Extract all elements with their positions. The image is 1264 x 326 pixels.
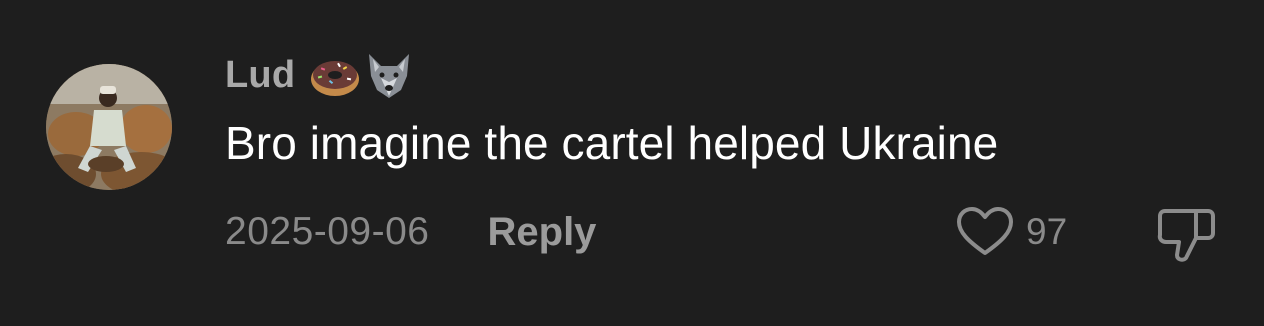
heart-outline-icon: [957, 207, 1013, 255]
thumbs-down-outline-icon: [1157, 209, 1215, 262]
username-row: Lud: [225, 50, 415, 100]
user-badges: [309, 50, 415, 100]
like-button[interactable]: 97: [956, 206, 1067, 258]
comment-text: Bro imagine the cartel helped Ukraine: [225, 117, 999, 169]
comment-item: Lud Bro imagine the cartel helped Ukrain…: [0, 0, 1264, 326]
timestamp: 2025-09-06: [225, 210, 430, 253]
wolf-icon: [369, 54, 410, 98]
comment-meta: 2025-09-06 Reply: [225, 206, 596, 258]
avatar[interactable]: [46, 64, 172, 190]
reply-button[interactable]: Reply: [488, 210, 597, 255]
dislike-button[interactable]: [1156, 208, 1218, 264]
like-count: 97: [1026, 211, 1068, 252]
username[interactable]: Lud: [225, 54, 295, 97]
donut-icon: [311, 61, 360, 96]
avatar-image: [46, 64, 172, 190]
